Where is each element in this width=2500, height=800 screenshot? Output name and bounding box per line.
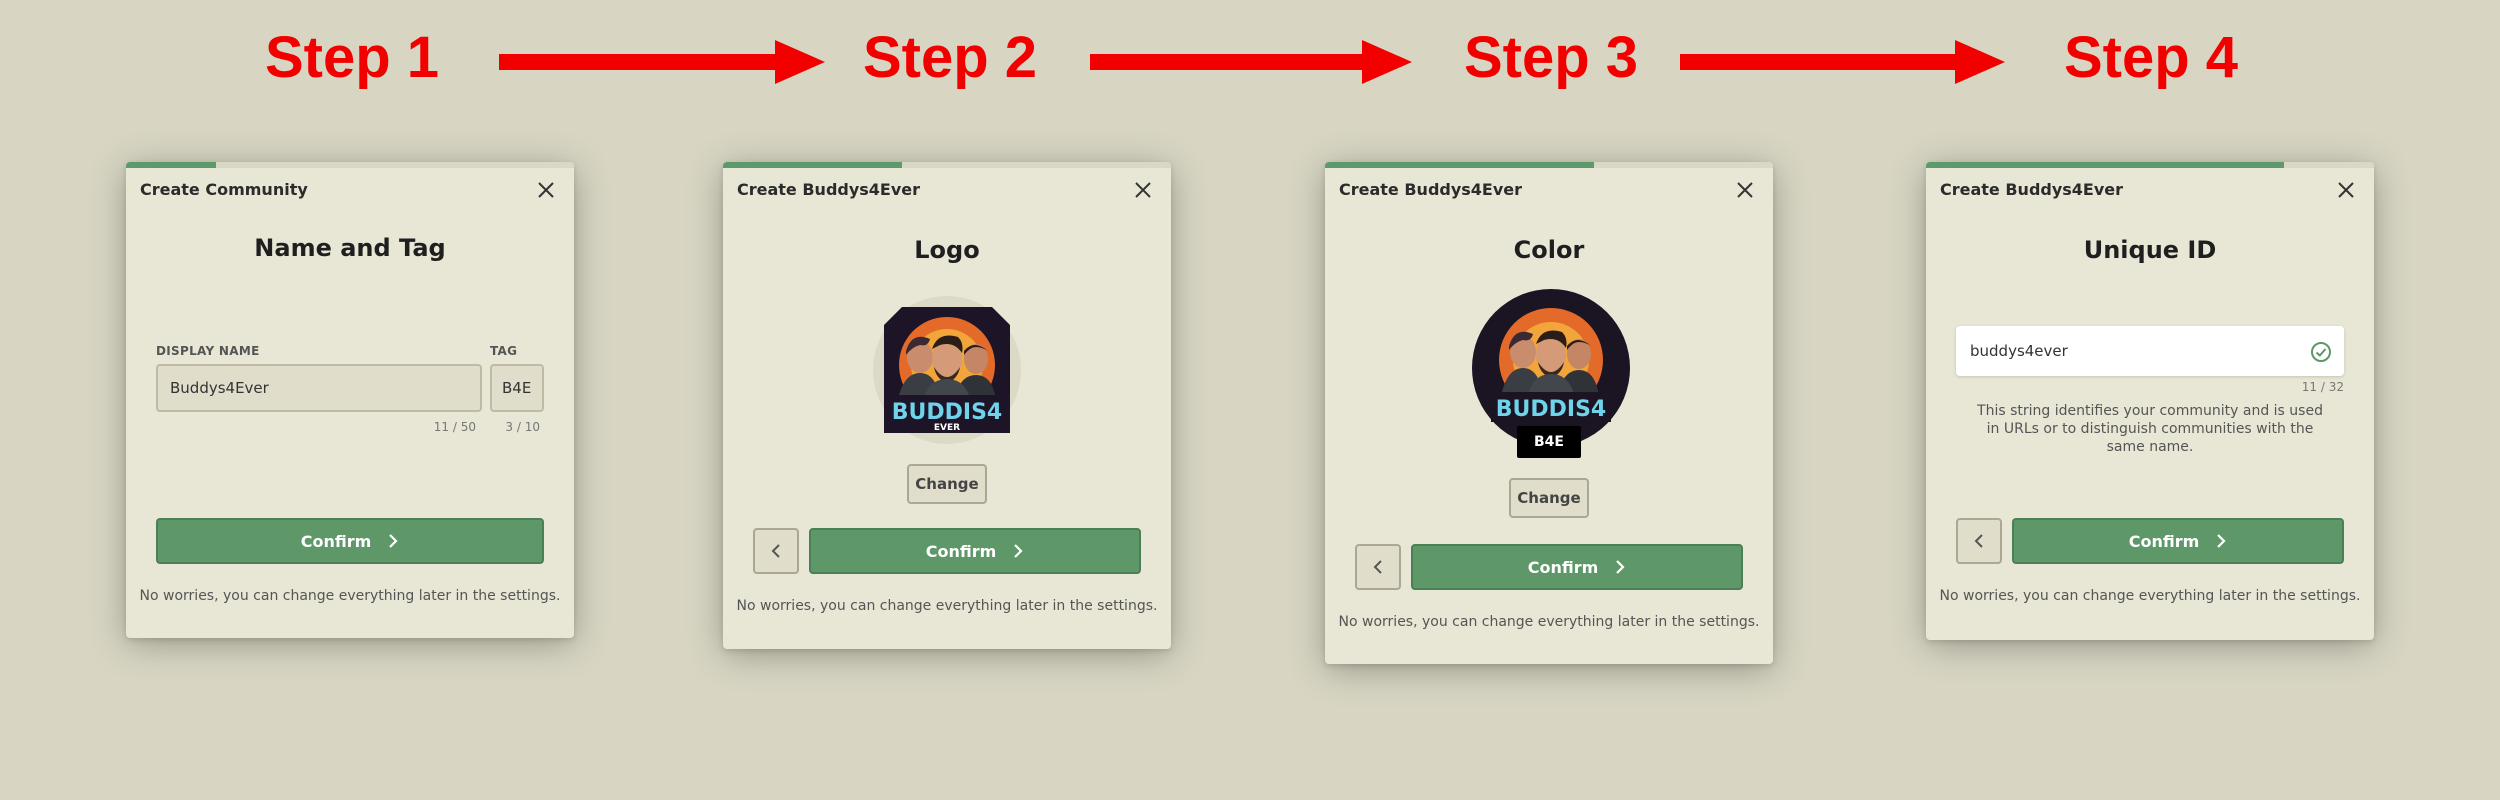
footer-note: No worries, you can change everything la… [139,588,561,604]
chevron-right-icon [2217,534,2226,548]
back-button[interactable] [1956,518,2002,564]
logo-image[interactable]: BUDDIS4 EVER [871,294,1023,446]
dialog-header: Create Community [140,180,308,199]
chevron-right-icon [389,534,398,548]
dialog-unique-id: Create Buddys4Ever Unique ID buddys4ever… [1926,162,2374,640]
dialog-title: Color [1513,236,1585,264]
progress-bar [126,162,216,168]
dialog-header: Create Buddys4Ever [737,180,921,199]
tag-input[interactable]: B4E [490,364,544,412]
confirm-button[interactable]: Confirm [1411,544,1743,590]
step-1-title: Step 1 [265,25,440,90]
confirm-label: Confirm [1527,557,1599,577]
close-icon[interactable] [1735,180,1755,200]
display-name-label: DISPLAY NAME [156,344,260,358]
unique-id-value: buddys4ever [1970,342,2068,360]
dialog-name-and-tag: Create Community Name and Tag DISPLAY NA… [126,162,574,638]
footer-note: No worries, you can change everything la… [1338,614,1760,630]
logo-subtext: EVER [934,423,960,433]
chevron-right-icon [1616,560,1625,574]
dialog-title: Name and Tag [254,234,446,262]
step-2-title: Step 2 [863,25,1038,90]
dialog-color: Create Buddys4Ever Color BUDDIS4 B4E Cha… [1325,162,1773,664]
confirm-button[interactable]: Confirm [809,528,1141,574]
arrow-right-icon [499,40,825,84]
back-button[interactable] [753,528,799,574]
step-3-title: Step 3 [1464,25,1639,90]
confirm-button[interactable]: Confirm [156,518,544,564]
unique-id-input[interactable]: buddys4ever [1956,326,2344,376]
dialog-logo: Create Buddys4Ever Logo BUDDIS4 EVER Cha… [723,162,1171,649]
logo-text: BUDDIS4 [892,400,1003,425]
chevron-left-icon [771,544,780,558]
progress-bar [723,162,903,168]
chevron-left-icon [1974,534,1983,548]
confirm-button[interactable]: Confirm [2012,518,2344,564]
back-button[interactable] [1355,544,1401,590]
unique-id-counter: 11 / 32 [2301,380,2344,394]
confirm-label: Confirm [300,531,372,551]
tag-label: TAG [490,344,518,358]
footer-note: No worries, you can change everything la… [1939,588,2361,604]
progress-bar [1926,162,2285,168]
dialog-header: Create Buddys4Ever [1940,180,2124,199]
chevron-left-icon [1373,560,1382,574]
change-logo-button[interactable]: Change [907,464,987,504]
tag-badge: B4E [1517,426,1581,458]
logo-text: BUDDIS4 [1496,397,1607,422]
arrow-right-icon [1680,40,2005,84]
change-color-button[interactable]: Change [1509,478,1589,518]
confirm-label: Confirm [2128,531,2200,551]
close-icon[interactable] [2336,180,2356,200]
display-name-counter: 11 / 50 [433,420,476,434]
close-icon[interactable] [536,180,556,200]
display-name-input[interactable]: Buddys4Ever [156,364,482,412]
unique-id-help: This string identifies your community an… [1977,403,2323,455]
chevron-right-icon [1014,544,1023,558]
check-circle-icon [2311,342,2331,362]
footer-note: No worries, you can change everything la… [736,598,1158,614]
arrow-right-icon [1090,40,1412,84]
tag-counter: 3 / 10 [505,420,540,434]
confirm-label: Confirm [925,541,997,561]
step-4-title: Step 4 [2064,25,2239,90]
logo-color-preview[interactable]: BUDDIS4 [1471,288,1631,448]
close-icon[interactable] [1133,180,1153,200]
progress-bar [1325,162,1594,168]
dialog-title: Unique ID [2083,236,2217,264]
dialog-title: Logo [914,236,980,264]
dialog-header: Create Buddys4Ever [1339,180,1523,199]
